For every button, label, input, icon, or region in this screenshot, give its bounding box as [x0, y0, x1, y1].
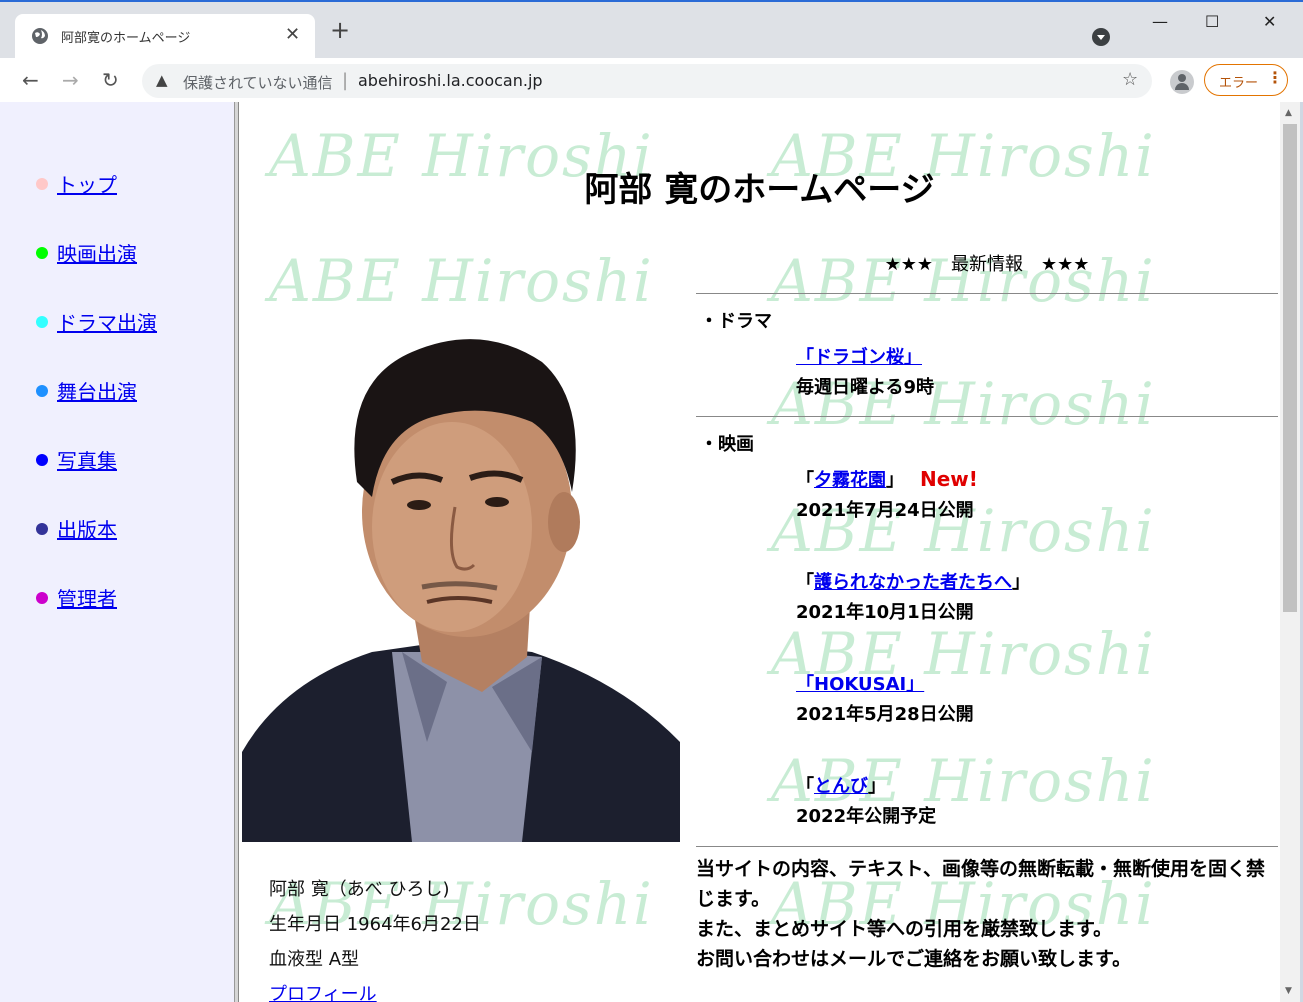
bullet-icon	[36, 316, 48, 328]
profile-block: 阿部 寛（あべ ひろし) 生年月日 1964年6月22日 血液型 A型 プロフィ…	[269, 872, 481, 1002]
address-bar[interactable]: ▲ 保護されていない通信 | abehiroshi.la.coocan.jp ☆	[142, 64, 1152, 98]
movie-link[interactable]: とんび	[814, 776, 868, 797]
minimize-button[interactable]: —	[1152, 12, 1168, 31]
movie-section-title: ・映画	[700, 434, 754, 455]
movie-entry: 「とんび」	[796, 772, 886, 798]
new-badge: New!	[920, 467, 978, 491]
page-title: 阿部 寛のホームページ	[584, 170, 935, 210]
movie-release-date: 2021年10月1日公開	[796, 602, 974, 623]
drama-link[interactable]: 「ドラゴン桜」	[796, 347, 922, 368]
notice-line: お問い合わせはメールでご連絡をお願い致します。	[696, 948, 1132, 970]
movie-entry: 「夕霧花園」 New!	[796, 466, 978, 492]
profile-link[interactable]: プロフィール	[269, 984, 377, 1002]
sidebar-link-movies[interactable]: 映画出演	[57, 238, 137, 267]
globe-icon	[32, 28, 48, 44]
movie-link[interactable]: 夕霧花園	[814, 470, 886, 491]
drama-schedule: 毎週日曜よる9時	[796, 377, 934, 398]
movie-release-date: 2021年7月24日公開	[796, 500, 974, 521]
bullet-icon	[36, 385, 48, 397]
maximize-button[interactable]: ☐	[1205, 12, 1219, 31]
tab-close-icon[interactable]: ✕	[285, 24, 300, 45]
error-button[interactable]: エラー ⋮	[1204, 64, 1288, 96]
scroll-down-arrow-icon[interactable]: ▼	[1285, 986, 1292, 996]
sidebar-link-books[interactable]: 出版本	[57, 514, 117, 543]
bracket-close: 」	[1012, 572, 1030, 593]
reload-button[interactable]: ↻	[102, 68, 119, 92]
watermark-text: ABE Hiroshi	[269, 247, 654, 315]
main-content: ABE Hiroshi ABE Hiroshi ABE Hiroshi ABE …	[239, 102, 1280, 1002]
forward-button[interactable]: →	[62, 68, 79, 92]
bracket-close: 」	[886, 470, 904, 491]
browser-chrome: 阿部寛のホームページ ✕ + — ☐ ✕ ← → ↻ ▲ 保護されていない通信 …	[0, 0, 1303, 104]
notice-line: 当サイトの内容、テキスト、画像等の無断転載・無断使用を固く禁じます。	[696, 858, 1266, 910]
toolbar: ← → ↻ ▲ 保護されていない通信 | abehiroshi.la.cooca…	[0, 58, 1303, 104]
bullet-icon	[36, 178, 48, 190]
divider	[696, 293, 1278, 294]
tab-title: 阿部寛のホームページ	[61, 31, 191, 46]
security-status[interactable]: 保護されていない通信	[183, 72, 333, 93]
sidebar: トップ 映画出演 ドラマ出演 舞台出演 写真集 出版本 管理者	[0, 102, 234, 1002]
browser-tab[interactable]: 阿部寛のホームページ ✕	[15, 14, 315, 58]
address-separator: |	[342, 70, 349, 91]
profile-name: 阿部 寛（あべ ひろし)	[269, 879, 450, 900]
back-button[interactable]: ←	[22, 68, 39, 92]
bracket-open: 「	[796, 572, 814, 593]
vertical-scrollbar[interactable]: ▲ ▼	[1280, 102, 1300, 1002]
profile-blood-type: 血液型 A型	[269, 949, 360, 970]
news-header: ★★★ 最新情報 ★★★	[884, 254, 1090, 275]
new-tab-button[interactable]: +	[330, 18, 350, 42]
movie-link[interactable]: 「HOKUSAI」	[796, 674, 924, 695]
bracket-open: 「	[796, 776, 814, 797]
movie-entry: 「護られなかった者たちへ」	[796, 568, 1030, 594]
scroll-up-arrow-icon[interactable]: ▲	[1285, 108, 1292, 118]
drama-section-title: ・ドラマ	[700, 311, 772, 332]
sidebar-link-dramas[interactable]: ドラマ出演	[57, 307, 157, 336]
url-text[interactable]: abehiroshi.la.coocan.jp	[358, 71, 543, 90]
divider	[696, 416, 1278, 417]
movie-link[interactable]: 護られなかった者たちへ	[814, 572, 1012, 593]
bullet-icon	[36, 247, 48, 259]
profile-birthday: 生年月日 1964年6月22日	[269, 914, 481, 935]
divider	[696, 846, 1278, 847]
drama-entry: 「ドラゴン桜」	[796, 343, 922, 369]
sidebar-link-admin[interactable]: 管理者	[57, 583, 117, 612]
menu-dots-icon[interactable]: ⋮	[1267, 68, 1283, 87]
sidebar-link-stage[interactable]: 舞台出演	[57, 376, 137, 405]
tab-search-icon[interactable]	[1092, 28, 1110, 46]
bracket-close: 」	[868, 776, 886, 797]
sidebar-link-top[interactable]: トップ	[57, 169, 117, 198]
profile-avatar-icon[interactable]	[1170, 70, 1194, 94]
movie-release-date: 2022年公開予定	[796, 806, 937, 827]
bookmark-star-icon[interactable]: ☆	[1122, 69, 1138, 90]
bullet-icon	[36, 523, 48, 535]
window-close-button[interactable]: ✕	[1263, 12, 1276, 31]
portrait-photo	[242, 322, 680, 842]
bullet-icon	[36, 454, 48, 466]
scrollbar-thumb[interactable]	[1283, 124, 1297, 612]
copyright-notice: 当サイトの内容、テキスト、画像等の無断転載・無断使用を固く禁じます。 また、まと…	[696, 854, 1278, 974]
notice-line: また、まとめサイト等への引用を厳禁致します。	[696, 918, 1113, 940]
warning-icon[interactable]: ▲	[156, 71, 168, 89]
movie-entry: 「HOKUSAI」	[796, 670, 924, 696]
error-button-label: エラー	[1219, 76, 1259, 91]
bracket-open: 「	[796, 470, 814, 491]
movie-release-date: 2021年5月28日公開	[796, 704, 974, 725]
bullet-icon	[36, 592, 48, 604]
sidebar-link-photobooks[interactable]: 写真集	[57, 445, 117, 474]
